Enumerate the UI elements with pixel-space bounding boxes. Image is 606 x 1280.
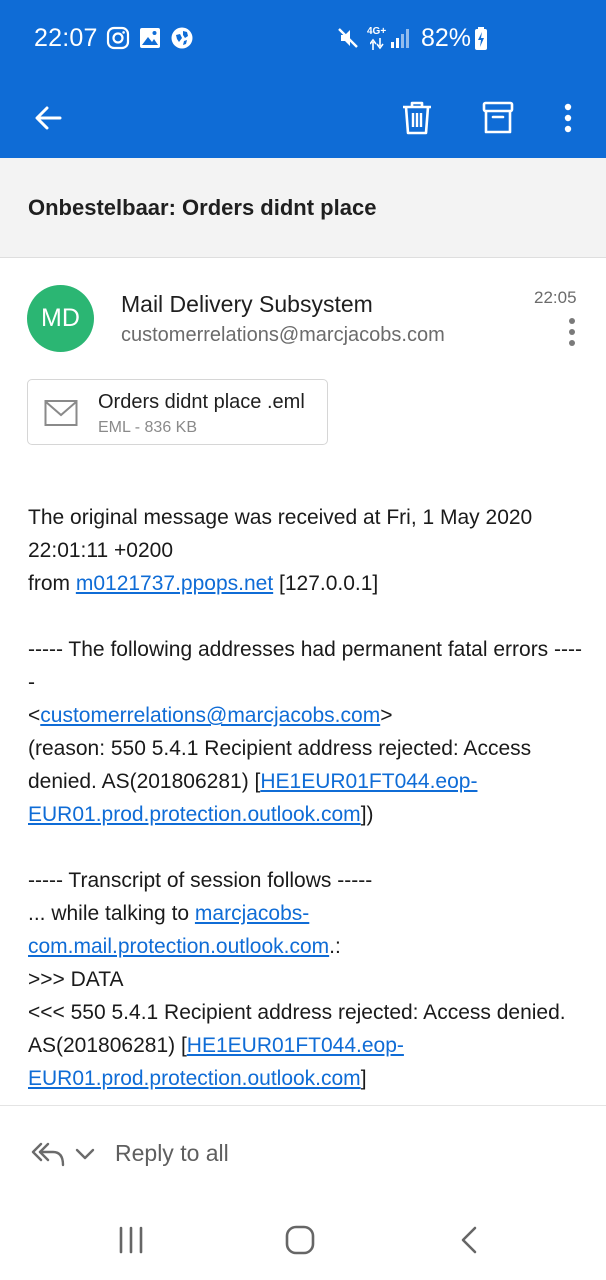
data-arrows-icon [370, 38, 384, 50]
system-back-button[interactable] [449, 1223, 489, 1257]
body-text: from [28, 572, 76, 595]
home-icon [285, 1225, 315, 1255]
reply-all-icon[interactable] [31, 1141, 65, 1167]
body-paragraph: ----- Transcript of session follows ----… [28, 864, 588, 1095]
body-paragraph: The original message was received at Fri… [28, 501, 588, 600]
body-text: ]) [360, 803, 374, 826]
recent-apps-button[interactable] [111, 1223, 151, 1257]
chevron-down-icon[interactable] [74, 1144, 96, 1164]
mute-icon [338, 28, 358, 48]
subject-bar: Onbestelbaar: Orders didnt place [0, 158, 606, 258]
trash-icon [403, 101, 431, 135]
archive-button[interactable] [470, 90, 526, 146]
body-text: ----- Transcript of session follows ----… [28, 869, 373, 892]
body-text: ... while talking to [28, 902, 195, 925]
body-text: [127.0.0.1] [273, 572, 379, 595]
battery-percent: 82% [421, 24, 472, 52]
network-type: 4G+ [367, 26, 387, 37]
body-text: .: [329, 935, 341, 958]
more-vertical-icon [564, 103, 572, 133]
message-subject: Onbestelbaar: Orders didnt place [28, 195, 377, 220]
battery-charging-icon [475, 27, 487, 50]
more-vertical-icon [569, 318, 575, 346]
body-text: > [380, 704, 393, 727]
attachment-meta: EML - 836 KB [98, 419, 198, 436]
message-more-button[interactable] [558, 316, 586, 348]
signal-icon [391, 29, 409, 48]
sender-name[interactable]: Mail Delivery Subsystem [121, 291, 373, 318]
message-body: The original message was received at Fri… [28, 501, 588, 1105]
body-text: The original message was received at Fri… [28, 506, 533, 562]
back-arrow-icon [35, 106, 62, 130]
body-text: ----- The following addresses had perman… [28, 638, 582, 694]
delete-button[interactable] [389, 90, 445, 146]
body-paragraph: ----- The following addresses had perman… [28, 633, 588, 831]
recent-apps-icon [119, 1226, 143, 1254]
gallery-icon [140, 28, 160, 48]
instagram-icon [106, 26, 130, 50]
host-link[interactable]: m0121737.ppops.net [76, 572, 273, 595]
sender-email[interactable]: customerrelations@marcjacobs.com [121, 324, 445, 347]
status-bar: 22:07 4G+ 82% [0, 0, 606, 78]
email-link[interactable]: customerrelations@marcjacobs.com [40, 704, 380, 727]
app-bar [0, 78, 606, 158]
body-text: < [28, 704, 41, 727]
reply-all-button[interactable]: Reply to all [115, 1140, 229, 1167]
mail-icon [44, 400, 78, 426]
archive-icon [482, 101, 514, 134]
message-time: 22:05 [534, 288, 577, 307]
body-text: >>> DATA [28, 968, 124, 991]
reply-bar: Reply to all [0, 1105, 606, 1201]
avatar[interactable]: MD [27, 285, 94, 352]
vpn-icon [171, 27, 193, 49]
body-text: ] [360, 1067, 367, 1090]
back-button[interactable] [20, 90, 76, 146]
back-icon [461, 1226, 477, 1254]
status-time: 22:07 [34, 24, 98, 52]
more-options-button[interactable] [540, 90, 596, 146]
home-button[interactable] [280, 1223, 320, 1257]
attachment-card[interactable]: Orders didnt place .eml EML - 836 KB [27, 379, 328, 445]
system-nav-bar [0, 1201, 606, 1280]
attachment-name: Orders didnt place .eml [98, 391, 305, 413]
